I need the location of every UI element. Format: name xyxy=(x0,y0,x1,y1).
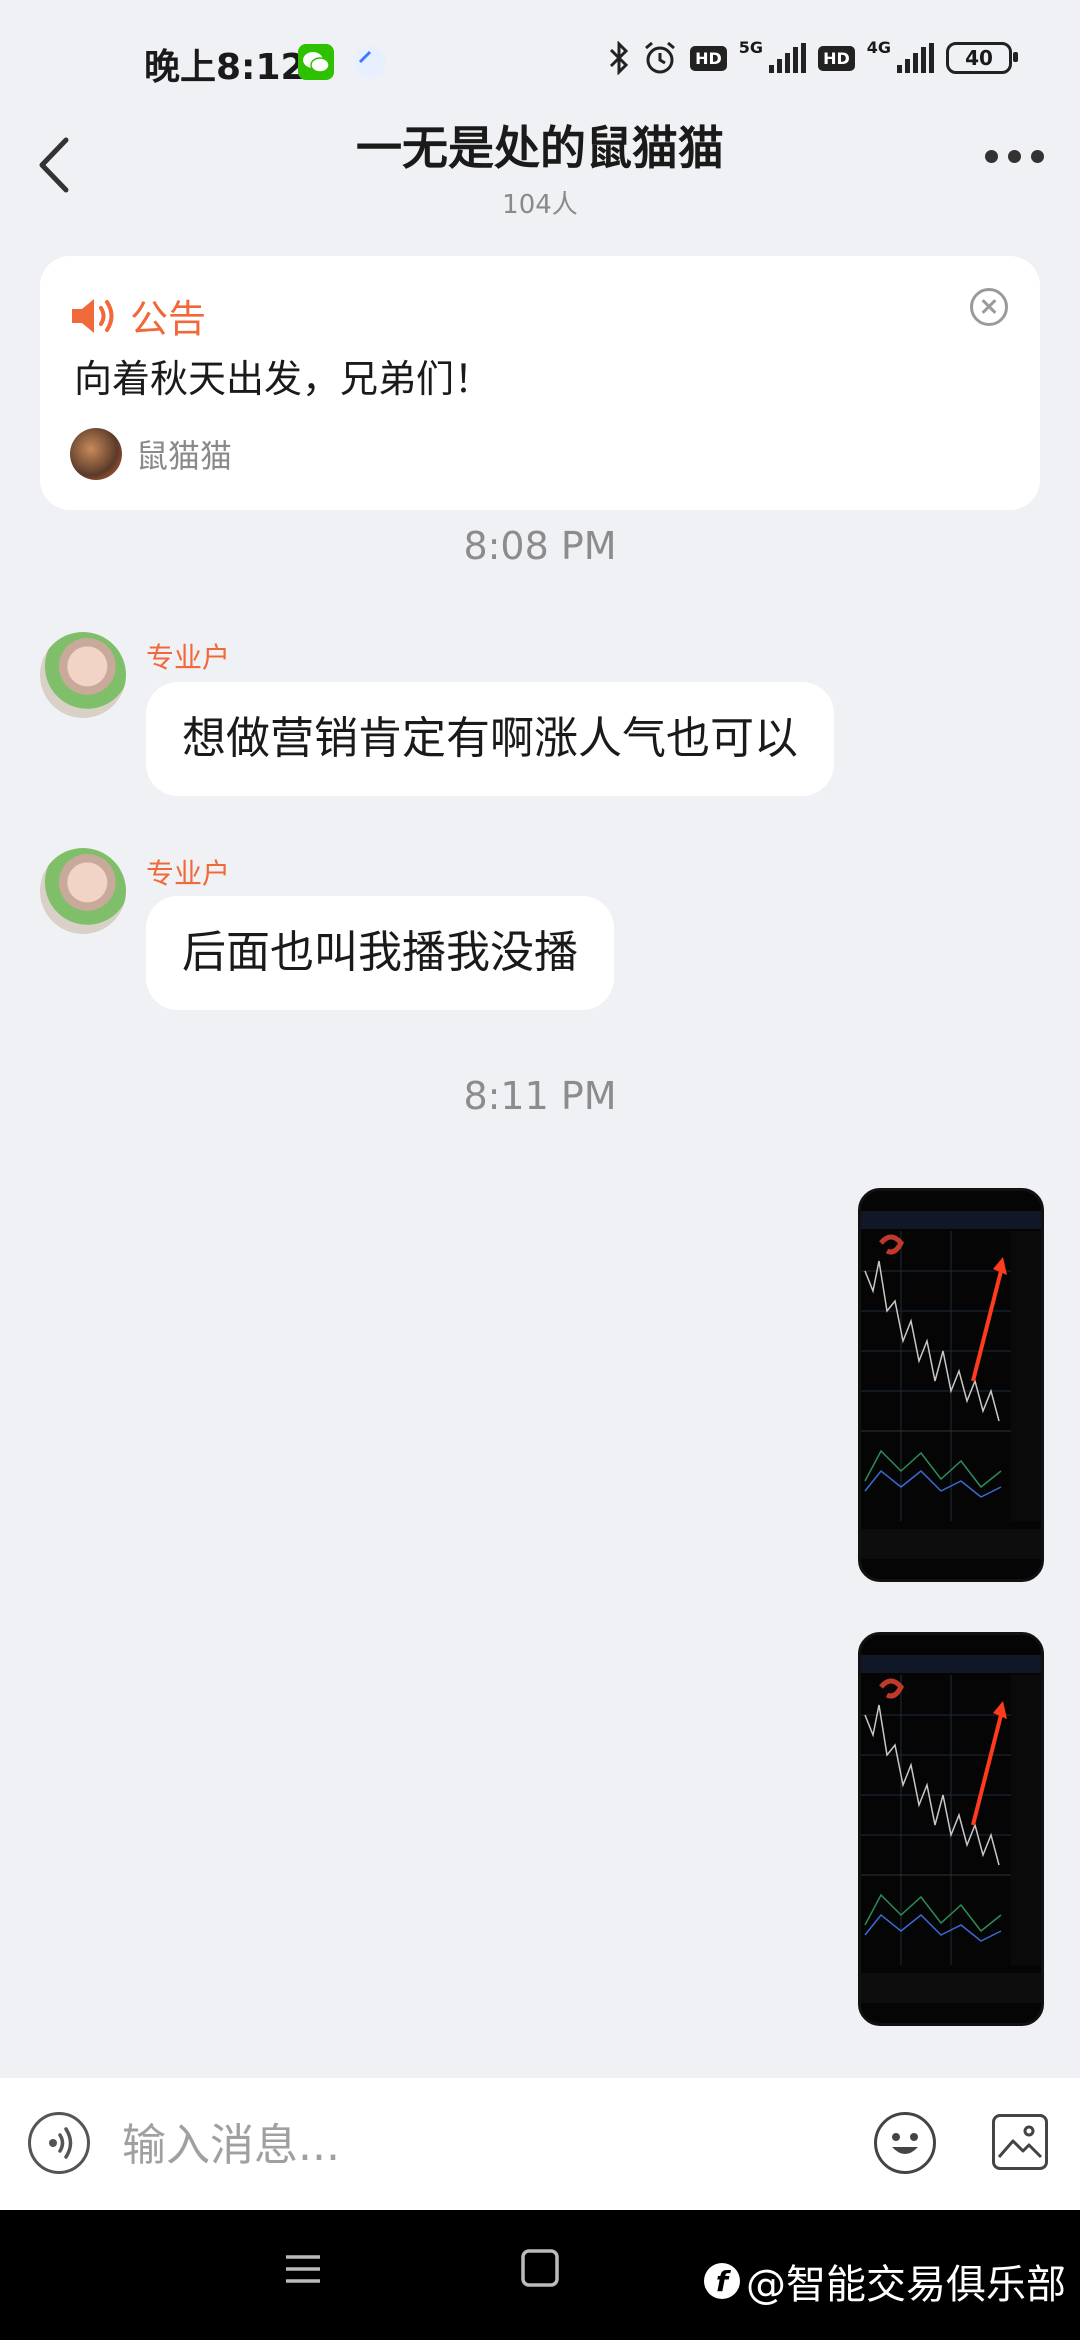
watermark-text: @智能交易俱乐部 xyxy=(746,2262,1066,2308)
speaker-icon xyxy=(72,298,114,333)
member-count[interactable]: 104人 xyxy=(0,184,1080,221)
announcement-label: 公告 xyxy=(130,297,207,341)
status-left-icons xyxy=(298,44,388,80)
announcement-card[interactable]: 公告 向着秋天出发，兄弟们！ 鼠猫猫 xyxy=(40,256,1040,510)
alarm-icon xyxy=(645,41,676,74)
status-bar: 晚上8:12 HD 5G HD 4G 40 xyxy=(0,0,1080,120)
chart-thumbnail xyxy=(861,1635,1041,2023)
more-dot-icon xyxy=(1031,150,1044,163)
bluetooth-icon xyxy=(610,41,629,75)
announcement-header: 公告 xyxy=(70,288,206,343)
system-nav-bar: f @智能交易俱乐部 xyxy=(0,2210,1080,2340)
message-timestamp: 8:11 PM xyxy=(463,1074,617,1118)
image-message[interactable] xyxy=(858,1632,1044,2026)
announcement-author: 鼠猫猫 xyxy=(70,428,232,480)
voice-button[interactable] xyxy=(28,2112,90,2174)
more-dot-icon xyxy=(985,150,998,163)
avatar[interactable] xyxy=(40,848,126,934)
sender-name: 专业户 xyxy=(146,857,231,890)
sender-name: 专业户 xyxy=(146,641,231,674)
compass-icon xyxy=(354,46,386,78)
hd-badge: HD xyxy=(690,45,727,71)
signal-icon xyxy=(769,43,807,73)
message-bubble[interactable]: 想做营销肯定有啊涨人气也可以 xyxy=(146,682,834,796)
watermark-logo-icon: f xyxy=(704,2263,740,2299)
emoji-icon xyxy=(892,2133,918,2154)
announcement-text: 向着秋天出发，兄弟们！ xyxy=(74,357,493,401)
more-dot-icon xyxy=(1008,150,1021,163)
image-icon xyxy=(997,2125,1043,2159)
avatar xyxy=(70,428,122,480)
avatar[interactable] xyxy=(40,632,126,718)
image-picker-button[interactable] xyxy=(992,2114,1048,2170)
message-timestamp: 8:08 PM xyxy=(463,524,617,568)
image-message[interactable] xyxy=(858,1188,1044,1582)
battery-icon: 40 xyxy=(946,42,1018,74)
hd-badge-2: HD xyxy=(818,45,855,71)
emoji-button[interactable] xyxy=(874,2112,936,2174)
network-type-5g: 5G xyxy=(738,38,764,57)
status-right-icons: HD 5G HD 4G 40 xyxy=(608,38,1018,76)
status-time: 晚上8:12 xyxy=(144,47,306,88)
voice-icon xyxy=(49,2127,73,2159)
signal-icon-2 xyxy=(897,43,934,73)
home-icon[interactable] xyxy=(518,2246,562,2290)
watermark: f @智能交易俱乐部 xyxy=(704,2252,1066,2310)
wechat-icon xyxy=(298,44,334,80)
close-icon[interactable] xyxy=(970,288,1008,326)
battery-level: 40 xyxy=(965,46,993,70)
announcement-author-name: 鼠猫猫 xyxy=(136,437,233,475)
message-bubble[interactable]: 后面也叫我播我没播 xyxy=(146,896,614,1010)
chart-thumbnail xyxy=(861,1191,1041,1579)
chat-title: 一无是处的鼠猫猫 xyxy=(356,121,724,175)
network-type-4g: 4G xyxy=(866,38,891,57)
more-button[interactable] xyxy=(985,150,1044,163)
menu-icon[interactable] xyxy=(282,2248,324,2290)
message-input[interactable] xyxy=(120,2108,844,2182)
message-input-bar xyxy=(0,2078,1080,2210)
